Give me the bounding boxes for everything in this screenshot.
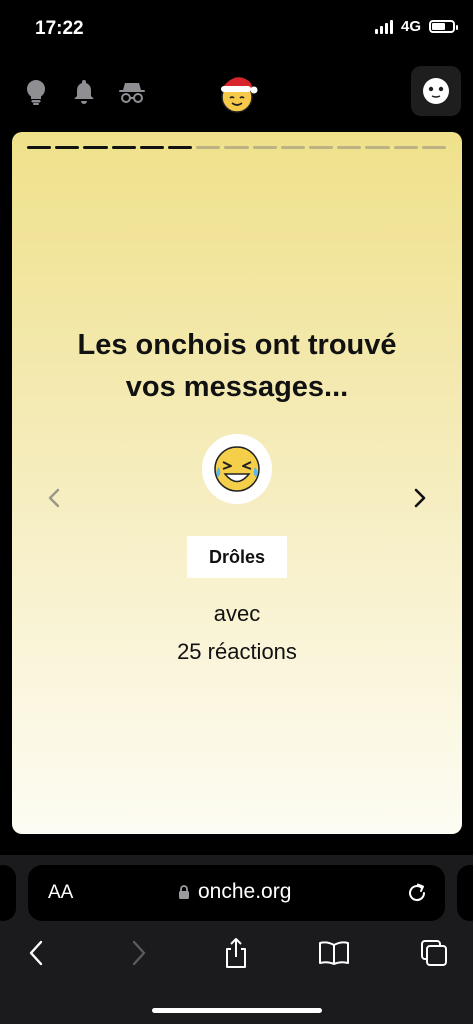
bookmarks-icon[interactable] (316, 935, 352, 971)
app-header (0, 64, 473, 120)
avatar-button[interactable] (411, 66, 461, 116)
url-wrap: onche.org (178, 880, 291, 904)
progress-segment (83, 146, 108, 149)
progress-segment (393, 146, 418, 149)
progress-segment (337, 146, 362, 149)
forward-icon[interactable] (120, 935, 156, 971)
avatar-icon (423, 78, 449, 104)
story-title-line-2: vos messages... (125, 371, 349, 403)
progress-segment (224, 146, 249, 149)
previous-tab-peek[interactable] (0, 865, 16, 921)
next-tab-peek[interactable] (457, 865, 473, 921)
incognito-icon[interactable] (118, 78, 146, 106)
lightbulb-icon[interactable] (22, 78, 50, 106)
bell-icon[interactable] (70, 78, 98, 106)
emoji-badge (202, 434, 272, 504)
status-indicators: 4G (374, 18, 458, 35)
browser-bottom-bar: AA onche.org (0, 855, 473, 1024)
chevron-left-icon[interactable] (44, 486, 64, 510)
back-icon[interactable] (19, 935, 55, 971)
address-bar[interactable]: AA onche.org (28, 865, 445, 921)
network-label: 4G (400, 18, 421, 35)
reader-options-button[interactable]: AA (48, 882, 73, 904)
progress-segment (252, 146, 277, 149)
reactions-count: 25 réactions (177, 639, 297, 664)
crying-laughing-emoji (214, 446, 260, 492)
category-badge: Drôles (187, 536, 287, 578)
signal-icon (374, 19, 393, 34)
lock-icon (179, 885, 189, 899)
progress-segment (196, 146, 221, 149)
progress-segment (27, 146, 52, 149)
aa-label: AA (48, 882, 74, 903)
progress-segment (111, 146, 136, 149)
progress-segment (421, 146, 447, 149)
progress-segment (309, 146, 334, 149)
chevron-right-icon[interactable] (410, 486, 430, 510)
progress-segment (365, 146, 390, 149)
story-progress-bar (27, 146, 447, 149)
share-icon[interactable] (218, 935, 254, 971)
progress-segment (168, 146, 193, 149)
santa-smiley-logo[interactable] (216, 70, 258, 114)
url-text: onche.org (198, 880, 292, 903)
progress-segment (280, 146, 306, 149)
story-card[interactable]: Les onchois ont trouvé vos messages... D… (12, 132, 462, 834)
home-indicator (152, 1008, 322, 1013)
battery-icon (429, 20, 458, 33)
progress-segment (139, 146, 165, 149)
status-bar: 17:22 4G (0, 0, 473, 56)
status-time: 17:22 (35, 18, 84, 39)
story-title-line-1: Les onchois ont trouvé (77, 329, 397, 361)
reload-icon[interactable] (404, 880, 430, 906)
progress-segment (55, 146, 80, 149)
tabs-icon[interactable] (416, 935, 452, 971)
avec-label: avec (213, 601, 261, 626)
story-title: Les onchois ont trouvé vos messages... (12, 324, 462, 408)
